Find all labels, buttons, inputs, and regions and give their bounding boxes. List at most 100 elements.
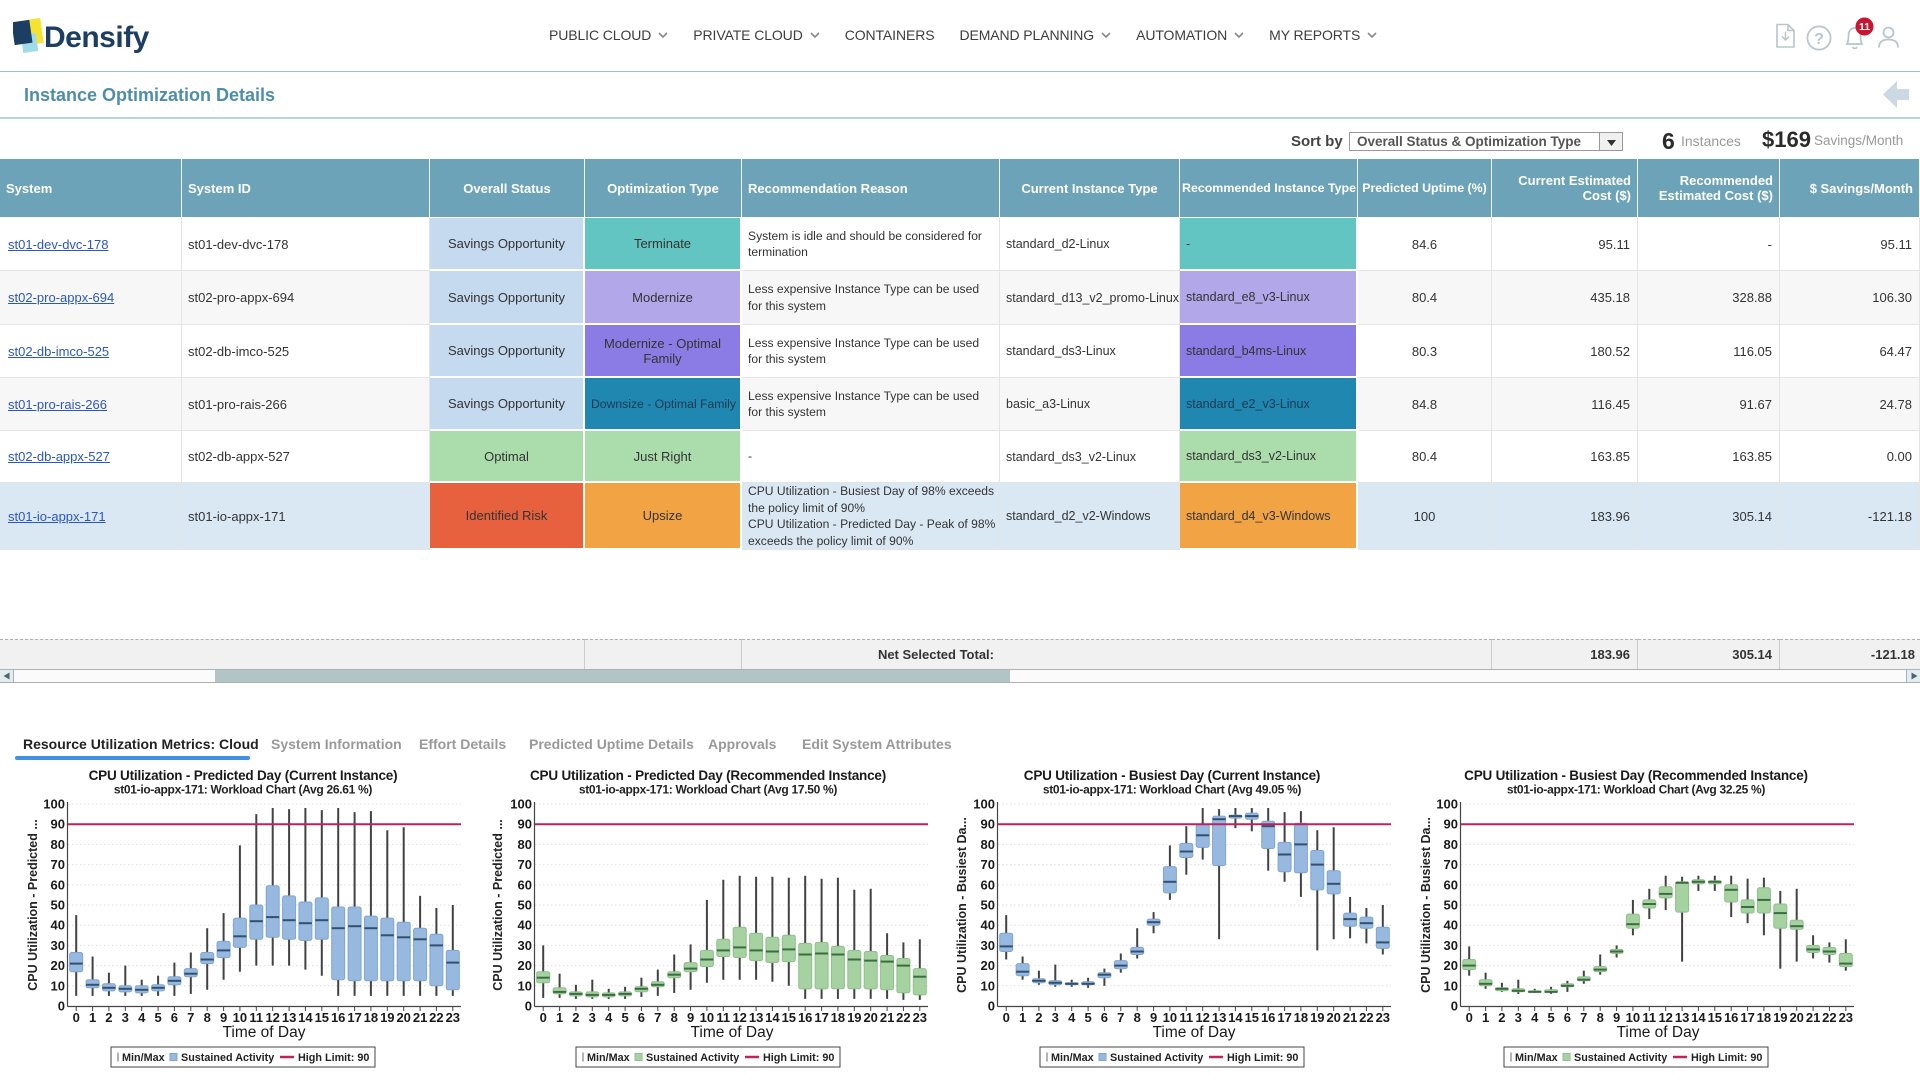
svg-text:22: 22: [896, 1010, 910, 1025]
svg-text:CPU Utilization - Busiest Day: CPU Utilization - Busiest Day (Recommend…: [1464, 768, 1808, 783]
svg-text:50: 50: [518, 898, 532, 913]
svg-text:60: 60: [981, 877, 995, 892]
svg-text:10: 10: [700, 1010, 714, 1025]
svg-text:CPU Utilization - Busiest Day: CPU Utilization - Busiest Day (Current I…: [1024, 768, 1320, 783]
svg-text:Sustained Activity: Sustained Activity: [646, 1052, 739, 1064]
svg-text:High Limit: 90: High Limit: 90: [1227, 1052, 1298, 1064]
svg-text:3: 3: [1052, 1010, 1059, 1025]
svg-text:18: 18: [364, 1010, 378, 1025]
svg-text:30: 30: [981, 938, 995, 953]
svg-text:5: 5: [154, 1010, 161, 1025]
svg-text:st01-io-appx-171: Workload Cha: st01-io-appx-171: Workload Chart (Avg 26…: [114, 783, 373, 797]
svg-text:0: 0: [540, 1010, 547, 1025]
svg-text:40: 40: [981, 918, 995, 933]
svg-text:CPU Utilization - Predicted ..: CPU Utilization - Predicted ...: [26, 819, 40, 991]
svg-text:13: 13: [1212, 1010, 1226, 1025]
svg-text:80: 80: [518, 837, 532, 852]
svg-text:13: 13: [749, 1010, 763, 1025]
svg-text:19: 19: [1773, 1010, 1787, 1025]
svg-text:80: 80: [1444, 837, 1458, 852]
svg-text:17: 17: [347, 1010, 361, 1025]
svg-text:2: 2: [105, 1010, 112, 1025]
svg-text:90: 90: [981, 817, 995, 832]
svg-text:100: 100: [510, 797, 532, 812]
svg-text:19: 19: [847, 1010, 861, 1025]
svg-text:0: 0: [1466, 1010, 1473, 1025]
svg-text:14: 14: [1691, 1010, 1706, 1025]
svg-text:30: 30: [1444, 938, 1458, 953]
svg-text:st01-io-appx-171: Workload Cha: st01-io-appx-171: Workload Chart (Avg 32…: [1507, 783, 1766, 797]
svg-text:10: 10: [51, 978, 65, 993]
svg-text:6: 6: [1101, 1010, 1108, 1025]
svg-text:8: 8: [204, 1010, 211, 1025]
svg-text:50: 50: [1444, 898, 1458, 913]
svg-text:8: 8: [1597, 1010, 1604, 1025]
svg-text:17: 17: [1277, 1010, 1291, 1025]
svg-text:4: 4: [138, 1010, 146, 1025]
svg-text:12: 12: [1195, 1010, 1209, 1025]
svg-text:0: 0: [58, 999, 65, 1014]
svg-text:6: 6: [638, 1010, 645, 1025]
svg-text:7: 7: [1117, 1010, 1124, 1025]
svg-text:11: 11: [1859, 21, 1870, 33]
svg-text:80: 80: [51, 837, 65, 852]
svg-text:7: 7: [187, 1010, 194, 1025]
svg-text:5: 5: [621, 1010, 628, 1025]
svg-text:20: 20: [1444, 958, 1458, 973]
svg-text:Sustained Activity: Sustained Activity: [181, 1052, 274, 1064]
svg-text:15: 15: [315, 1010, 329, 1025]
svg-text:21: 21: [880, 1010, 894, 1025]
svg-text:CPU Utilization - Predicted Da: CPU Utilization - Predicted Day (Recomme…: [530, 768, 886, 783]
svg-text:8: 8: [671, 1010, 678, 1025]
svg-text:Min/Max: Min/Max: [1515, 1052, 1558, 1064]
svg-text:7: 7: [1580, 1010, 1587, 1025]
svg-text:3: 3: [1515, 1010, 1522, 1025]
svg-text:12: 12: [265, 1010, 279, 1025]
svg-text:5: 5: [1547, 1010, 1554, 1025]
svg-text:High Limit: 90: High Limit: 90: [1691, 1052, 1762, 1064]
svg-text:1: 1: [1482, 1010, 1489, 1025]
svg-text:16: 16: [1261, 1010, 1275, 1025]
svg-text:30: 30: [51, 938, 65, 953]
svg-text:14: 14: [765, 1010, 780, 1025]
svg-text:40: 40: [51, 918, 65, 933]
svg-text:0: 0: [73, 1010, 80, 1025]
svg-text:80: 80: [981, 837, 995, 852]
svg-text:18: 18: [831, 1010, 845, 1025]
svg-text:CPU Utilization - Busiest Da..: CPU Utilization - Busiest Da...: [955, 817, 969, 993]
svg-text:16: 16: [1724, 1010, 1738, 1025]
svg-text:6: 6: [1564, 1010, 1571, 1025]
svg-text:Time of Day: Time of Day: [223, 1024, 306, 1041]
svg-text:CPU Utilization - Predicted ..: CPU Utilization - Predicted ...: [491, 819, 505, 991]
svg-text:11: 11: [716, 1010, 730, 1025]
svg-text:10: 10: [233, 1010, 247, 1025]
svg-text:22: 22: [1822, 1010, 1836, 1025]
svg-text:2: 2: [1498, 1010, 1505, 1025]
svg-text:20: 20: [1789, 1010, 1803, 1025]
svg-text:CPU Utilization - Predicted Da: CPU Utilization - Predicted Day (Current…: [89, 768, 398, 783]
svg-text:9: 9: [687, 1010, 694, 1025]
svg-text:5: 5: [1084, 1010, 1091, 1025]
svg-text:7: 7: [654, 1010, 661, 1025]
svg-text:Min/Max: Min/Max: [122, 1052, 165, 1064]
svg-text:20: 20: [518, 958, 532, 973]
svg-text:2: 2: [572, 1010, 579, 1025]
svg-text:10: 10: [518, 978, 532, 993]
svg-text:90: 90: [1444, 817, 1458, 832]
svg-text:0: 0: [988, 999, 995, 1014]
svg-text:13: 13: [1675, 1010, 1689, 1025]
svg-text:13: 13: [282, 1010, 296, 1025]
svg-text:14: 14: [1228, 1010, 1243, 1025]
svg-text:23: 23: [446, 1010, 460, 1025]
svg-text:70: 70: [1444, 857, 1458, 872]
svg-text:20: 20: [51, 958, 65, 973]
svg-text:21: 21: [1343, 1010, 1357, 1025]
svg-text:?: ?: [1814, 31, 1824, 48]
svg-text:20: 20: [863, 1010, 877, 1025]
svg-text:50: 50: [981, 898, 995, 913]
svg-text:0: 0: [525, 999, 532, 1014]
svg-text:21: 21: [413, 1010, 427, 1025]
svg-text:70: 70: [518, 857, 532, 872]
svg-text:Densify: Densify: [44, 21, 150, 54]
svg-text:100: 100: [43, 797, 65, 812]
